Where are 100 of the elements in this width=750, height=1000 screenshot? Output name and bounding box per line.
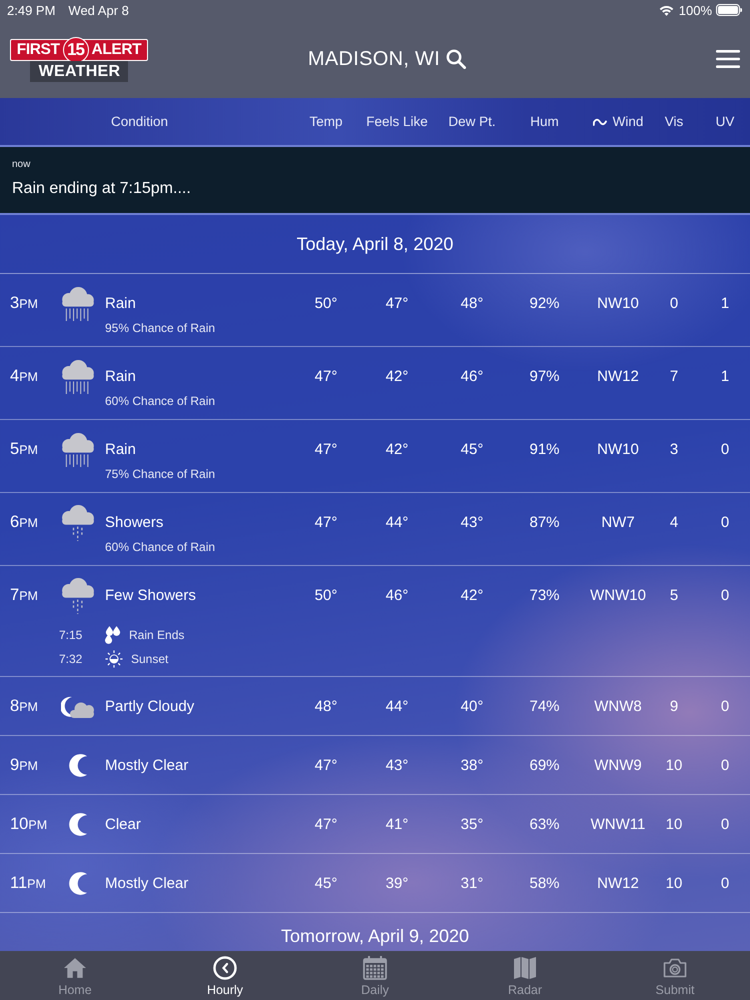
camera-icon <box>663 956 687 980</box>
status-date: Wed Apr 8 <box>68 2 129 18</box>
uv-index-value: 0 <box>720 756 730 776</box>
rain-chance-text: 95% Chance of Rain <box>105 321 216 335</box>
wind-value: WNW11 <box>590 815 646 835</box>
condition-text: Rain <box>105 294 136 314</box>
hour-label: 10PM <box>10 814 48 835</box>
menu-button[interactable] <box>716 50 740 68</box>
event-label: Sunset <box>131 652 168 666</box>
moon-icon <box>69 872 87 895</box>
rain-chance-text: 75% Chance of Rain <box>105 467 216 481</box>
column-header: Wind <box>612 114 644 129</box>
visibility-value: 9 <box>670 697 678 717</box>
humidity-value: 74% <box>529 697 560 717</box>
alert-time: now <box>12 159 30 171</box>
feels-like-value: 42° <box>386 440 408 460</box>
column-header: Hum <box>530 114 559 129</box>
visibility-value: 10 <box>666 874 682 894</box>
condition-text: Partly Cloudy <box>105 697 194 717</box>
wind-value: NW12 <box>597 874 639 894</box>
hour-label: 8PM <box>10 696 38 717</box>
hour-label: 5PM <box>10 439 38 460</box>
feels-like-value: 46° <box>386 586 408 606</box>
uv-index-value: 0 <box>720 874 730 894</box>
temperature-value: 47° <box>314 815 338 835</box>
nav-tab[interactable]: Submit <box>600 951 750 1000</box>
humidity-value: 73% <box>529 586 560 606</box>
nav-tab[interactable]: Radar <box>450 951 600 1000</box>
visibility-value: 10 <box>666 756 682 776</box>
feels-like-value: 44° <box>386 697 408 717</box>
rain-cloud-icon <box>62 432 94 466</box>
nav-tab[interactable]: Home <box>0 951 150 1000</box>
dew-point-value: 45° <box>460 440 484 460</box>
visibility-value: 0 <box>670 294 678 314</box>
condition-text: Mostly Clear <box>105 874 188 894</box>
moon-icon <box>69 754 87 777</box>
menu-icon <box>716 50 740 68</box>
logo-text: FIRST <box>16 40 60 58</box>
condition-text: Clear <box>105 815 141 835</box>
feels-like-value: 39° <box>386 874 408 894</box>
wind-icon <box>592 118 607 126</box>
visibility-value: 7 <box>670 367 678 387</box>
rain-chance-text: 60% Chance of Rain <box>105 540 216 554</box>
hour-label: 4PM <box>10 366 38 387</box>
event-label: Rain Ends <box>129 628 184 642</box>
sun-icon <box>105 650 123 668</box>
dew-point-value: 31° <box>460 874 484 894</box>
hour-label: 3PM <box>10 293 38 314</box>
raindrops-icon <box>105 626 121 644</box>
uv-index-value: 1 <box>720 367 730 387</box>
hour-label: 9PM <box>10 755 38 776</box>
temperature-value: 47° <box>314 513 338 533</box>
humidity-value: 58% <box>529 874 560 894</box>
hour-label: 7PM <box>10 585 38 606</box>
column-header: Vis <box>664 114 684 129</box>
rain-chance-text: 60% Chance of Rain <box>105 394 216 408</box>
temperature-value: 45° <box>314 874 338 894</box>
feels-like-value: 44° <box>386 513 408 533</box>
nav-tab[interactable]: Daily <box>300 951 450 1000</box>
event-time: 7:15 <box>59 628 84 642</box>
search-button[interactable] <box>446 49 466 69</box>
feels-like-value: 42° <box>386 367 408 387</box>
uv-index-value: 0 <box>720 815 730 835</box>
rain-cloud-icon <box>62 286 94 320</box>
wind-value: NW10 <box>597 440 639 460</box>
column-header: Temp <box>309 114 342 129</box>
wind-value: WNW10 <box>590 586 646 606</box>
uv-index-value: 0 <box>720 513 730 533</box>
moon-icon <box>69 813 87 836</box>
visibility-value: 3 <box>670 440 678 460</box>
moon-cloud-icon <box>61 696 95 718</box>
condition-text: Rain <box>105 440 136 460</box>
feels-like-value: 43° <box>386 756 408 776</box>
hour-label: 6PM <box>10 512 38 533</box>
dew-point-value: 43° <box>460 513 484 533</box>
feels-like-value: 47° <box>386 294 408 314</box>
uv-index-value: 0 <box>720 697 730 717</box>
search-icon <box>446 49 466 69</box>
uv-index-value: 0 <box>720 440 730 460</box>
wifi-icon <box>658 4 674 16</box>
logo-number-badge: 15 <box>62 36 89 62</box>
humidity-value: 69% <box>529 756 560 776</box>
condition-text: Mostly Clear <box>105 756 188 776</box>
dew-point-value: 40° <box>460 697 484 717</box>
status-time: 2:49 PM <box>7 2 56 18</box>
event-time: 7:32 <box>59 652 84 666</box>
alert-message: Rain ending at 7:15pm.... <box>12 179 191 199</box>
column-header: Feels Like <box>366 114 428 129</box>
wind-value: WNW8 <box>594 697 642 717</box>
temperature-value: 47° <box>314 756 338 776</box>
visibility-value: 5 <box>670 586 678 606</box>
map-icon <box>513 956 537 980</box>
wind-value: WNW9 <box>594 756 642 776</box>
location-title: MADISON, WI <box>308 48 440 70</box>
calendar-icon <box>363 956 387 980</box>
column-header: Dew Pt. <box>448 114 496 129</box>
day-title: Today, April 8, 2020 <box>296 233 454 255</box>
temperature-value: 47° <box>314 367 338 387</box>
dew-point-value: 42° <box>460 586 484 606</box>
nav-tab[interactable]: Hourly <box>150 951 300 1000</box>
